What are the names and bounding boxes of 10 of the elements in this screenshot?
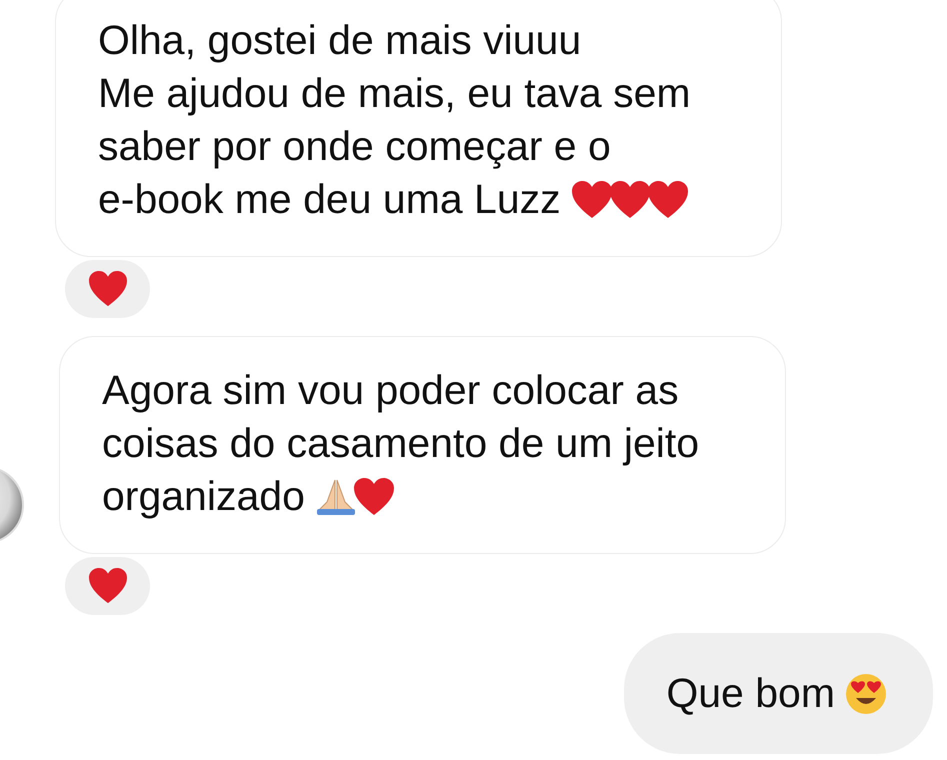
heart-icon [570,178,613,220]
heart-icon [86,270,128,308]
heart-eyes-emoji-icon [845,672,887,714]
heart-icon [608,178,651,220]
message-text: e-book me deu uma Luzz [98,175,561,224]
heart-icon [646,178,689,220]
heart-icon [352,476,395,518]
message-text: organizado [102,472,305,521]
message-text: Que bom [666,669,835,718]
heart-icon [86,567,128,605]
